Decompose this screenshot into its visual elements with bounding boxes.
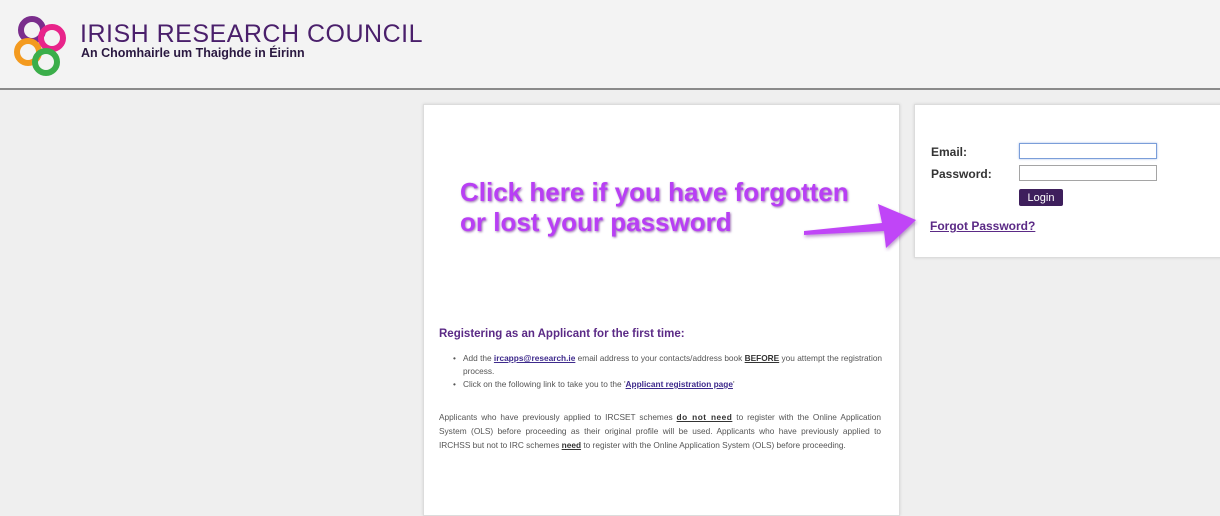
registration-title: Registering as an Applicant for the firs… — [439, 328, 685, 340]
password-label: Password: — [931, 167, 992, 181]
login-panel — [914, 104, 1220, 258]
annotation-arrow-icon — [804, 204, 916, 248]
forgot-password-link[interactable]: Forgot Password? — [930, 219, 1035, 233]
para-text: Applicants who have previously applied t… — [439, 412, 677, 422]
list-item: Click on the following link to take you … — [451, 378, 891, 391]
bullet-text: Click on the following link to take you … — [463, 379, 626, 389]
info-panel — [423, 104, 900, 516]
site-header: IRISH RESEARCH COUNCIL An Chomhairle um … — [0, 0, 1220, 90]
org-name: IRISH RESEARCH COUNCIL — [80, 20, 423, 48]
bullet-text: ' — [732, 379, 735, 389]
annotation-line-2: or lost your password — [460, 207, 732, 237]
bullet-text: email address to your contacts/address b… — [575, 353, 745, 363]
bullet-text: Add the — [463, 353, 494, 363]
need-emphasis: need — [561, 440, 582, 450]
before-emphasis: BEFORE — [744, 353, 780, 363]
registration-steps: Add the ircapps@research.ie email addres… — [451, 352, 891, 391]
list-item: Add the ircapps@research.ie email addres… — [451, 352, 891, 378]
registration-info-paragraph: Applicants who have previously applied t… — [439, 410, 881, 452]
email-label: Email: — [931, 145, 968, 159]
do-not-need-emphasis: do not need — [676, 412, 733, 422]
login-button[interactable]: Login — [1019, 189, 1063, 206]
annotation-line-1: Click here if you have forgotten — [460, 177, 849, 207]
applicant-registration-link[interactable]: Applicant registration page — [626, 379, 733, 389]
para-text: to register with the Online Application … — [581, 440, 846, 450]
annotation-callout: Click here if you have forgotten or lost… — [460, 177, 849, 237]
password-field[interactable] — [1019, 165, 1157, 181]
org-subtitle: An Chomhairle um Thaighde in Éirinn — [81, 46, 305, 60]
irc-logo-icon[interactable] — [10, 12, 74, 82]
email-field[interactable] — [1019, 143, 1157, 159]
ircapps-email-link[interactable]: ircapps@research.ie — [494, 353, 575, 363]
